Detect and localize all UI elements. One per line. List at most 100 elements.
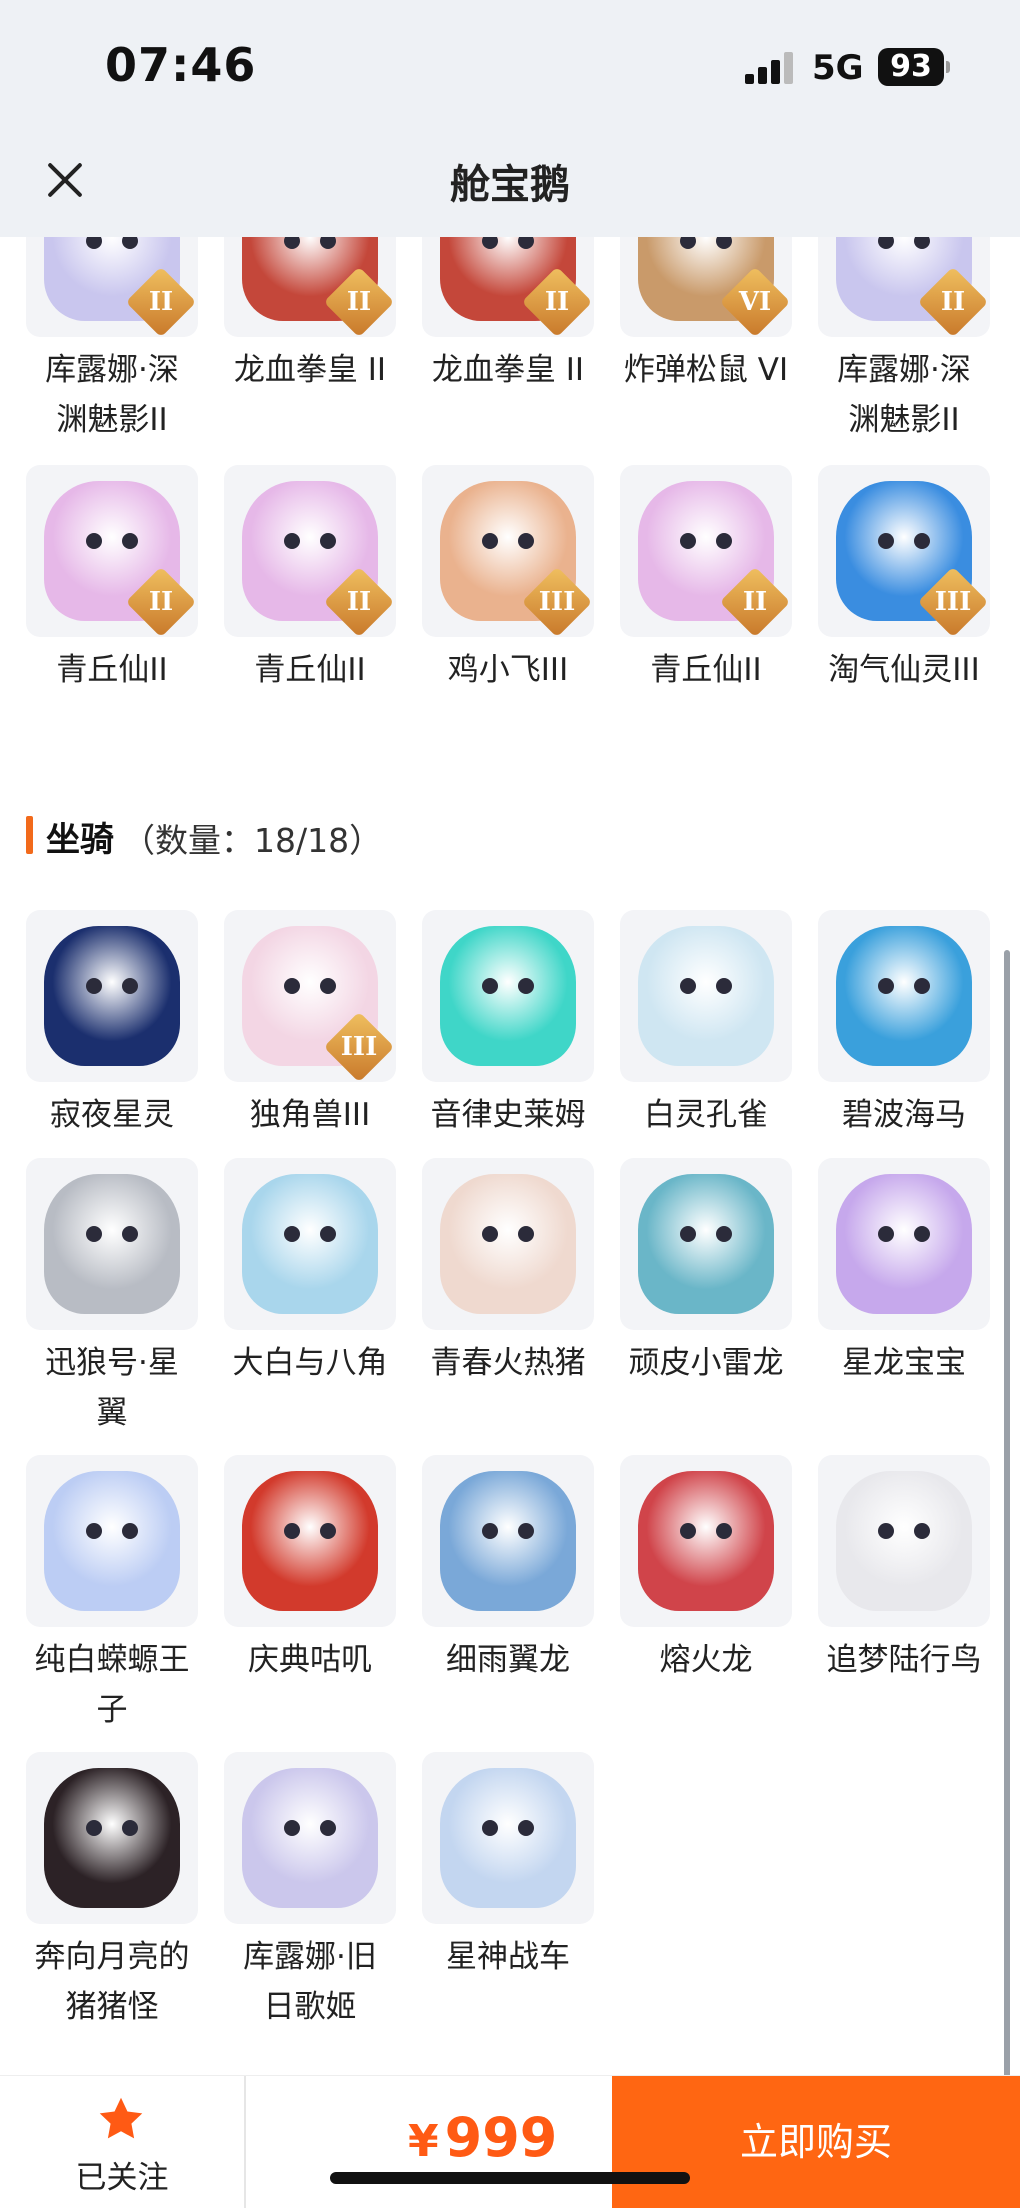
eye-shape (122, 1226, 138, 1242)
item-name-line: 库露娜·旧 (243, 1939, 377, 1975)
item-name-line: 白灵孔雀 (644, 1097, 768, 1133)
item-name: 顽皮小雷龙 (604, 1338, 808, 1388)
item-name-line: 寂夜星灵 (50, 1097, 174, 1133)
character-image (836, 1174, 972, 1314)
eye-shape (284, 1820, 300, 1836)
item-name-line: 星神战车 (446, 1939, 570, 1975)
follow-button[interactable]: 已关注 (0, 2076, 244, 2208)
eye-shape (878, 533, 894, 549)
item-name-line: 独角兽III (249, 1097, 371, 1133)
item-thumbnail (26, 910, 198, 1082)
item-thumbnail: VI (620, 237, 792, 337)
item-name-line: 碧波海马 (842, 1097, 966, 1133)
item-name: 青春火热猪 (406, 1338, 610, 1388)
eye-shape (914, 533, 930, 549)
eye-shape (482, 533, 498, 549)
character-image (836, 1471, 972, 1611)
section-accent-bar (26, 816, 33, 854)
item-name-line: 渊魅影II (56, 402, 168, 438)
item-name: 白灵孔雀 (604, 1090, 808, 1140)
item-name: 龙血拳皇 II (406, 345, 610, 395)
item-name: 库露娜·旧日歌姬 (208, 1932, 412, 2032)
item-thumbnail: II (26, 465, 198, 637)
character-image (638, 1471, 774, 1611)
eye-shape (482, 237, 498, 249)
item-thumbnail: III (224, 910, 396, 1082)
eye-shape (914, 237, 930, 249)
eye-shape (716, 978, 732, 994)
character-image (44, 1768, 180, 1908)
eye-shape (914, 1226, 930, 1242)
eye-shape (680, 1523, 696, 1539)
character-image (440, 1768, 576, 1908)
item-name: 独角兽III (208, 1090, 412, 1140)
item-name-line: 青丘仙II (56, 652, 168, 688)
item-name-line: 追梦陆行鸟 (826, 1642, 982, 1678)
item-name-line: 青春火热猪 (430, 1345, 586, 1381)
eye-shape (518, 1523, 534, 1539)
item-name: 青丘仙II (604, 645, 808, 695)
rank-badge-label: III (538, 587, 576, 617)
eye-shape (122, 533, 138, 549)
item-thumbnail (224, 1158, 396, 1330)
item-name-line: 大白与八角 (232, 1345, 388, 1381)
divider (244, 2076, 246, 2208)
content-area[interactable]: II 库露娜·深 渊魅影II II 龙血拳皇 II II 龙血拳皇 II VI 炸弹松鼠 VI I… (0, 237, 1020, 2075)
item-thumbnail (224, 1455, 396, 1627)
item-thumbnail (26, 1158, 198, 1330)
item-name: 库露娜·深 渊魅影II (802, 345, 1006, 445)
item-name-line: 纯白蝾螈王 (34, 1642, 190, 1678)
eye-shape (914, 978, 930, 994)
eye-shape (320, 533, 336, 549)
page-title: 舱宝鹅 (450, 162, 570, 208)
item-name: 库露娜·深 渊魅影II (10, 345, 214, 445)
item-name-line: 庆典咕叽 (248, 1642, 372, 1678)
network-label: 5G (812, 48, 864, 88)
item-name: 炸弹松鼠 VI (604, 345, 808, 395)
item-name: 细雨翼龙 (406, 1635, 610, 1685)
eye-shape (878, 1226, 894, 1242)
eye-shape (86, 237, 102, 249)
scrollbar[interactable] (1004, 950, 1010, 2088)
item-name: 青丘仙II (208, 645, 412, 695)
eye-shape (86, 978, 102, 994)
item-name: 迅狼号·星翼 (10, 1338, 214, 1438)
item-name-line: 日歌姬 (263, 1989, 357, 2025)
eye-shape (320, 237, 336, 249)
item-name-line: 渊魅影II (848, 402, 960, 438)
rank-badge-label: II (544, 287, 570, 317)
item-name-line: 青丘仙II (254, 652, 366, 688)
item-thumbnail (26, 1752, 198, 1924)
eye-shape (320, 978, 336, 994)
eye-shape (878, 237, 894, 249)
character-image (44, 926, 180, 1066)
character-image (44, 1471, 180, 1611)
buy-now-button[interactable]: 立即购买 (612, 2076, 1020, 2208)
character-image (242, 1768, 378, 1908)
eye-shape (518, 533, 534, 549)
character-image (836, 926, 972, 1066)
item-thumbnail (818, 1158, 990, 1330)
item-name-line: 顽皮小雷龙 (628, 1345, 784, 1381)
item-thumbnail: II (224, 237, 396, 337)
item-name-line: 龙血拳皇 II (431, 352, 585, 388)
eye-shape (122, 237, 138, 249)
item-name: 熔火龙 (604, 1635, 808, 1685)
rank-badge-label: II (742, 587, 768, 617)
eye-shape (284, 1226, 300, 1242)
character-image (44, 1174, 180, 1314)
item-name-line: 熔火龙 (659, 1642, 753, 1678)
item-name-line: 青丘仙II (650, 652, 762, 688)
item-name: 奔向月亮的 猪猪怪 (10, 1932, 214, 2032)
item-name: 青丘仙II (10, 645, 214, 695)
character-image (440, 1471, 576, 1611)
price: ¥999 (408, 2106, 557, 2169)
status-time: 07:46 (105, 38, 257, 92)
rank-badge-label: III (934, 587, 972, 617)
item-thumbnail: II (620, 465, 792, 637)
eye-shape (482, 1523, 498, 1539)
item-name-line: 星龙宝宝 (842, 1345, 966, 1381)
item-thumbnail (422, 1752, 594, 1924)
item-name: 星龙宝宝 (802, 1338, 1006, 1388)
item-thumbnail: II (224, 465, 396, 637)
